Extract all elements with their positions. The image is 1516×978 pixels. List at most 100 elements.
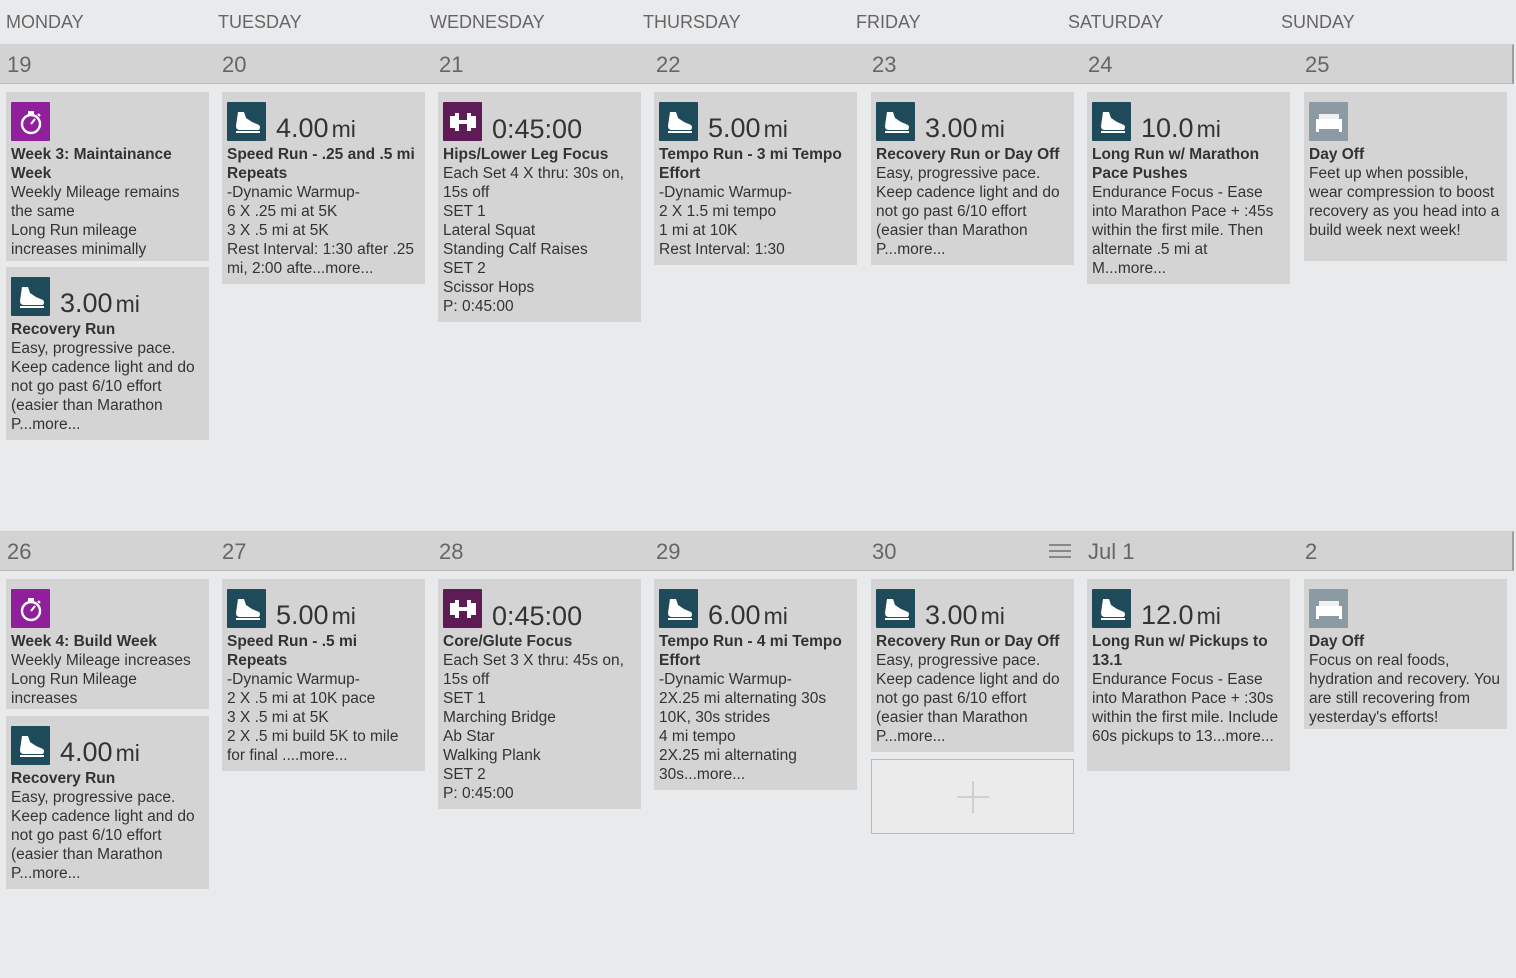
shoe-icon	[659, 102, 698, 141]
card-description: Endurance Focus - Ease into Marathon Pac…	[1092, 184, 1274, 277]
card-title: Core/Glute Focus	[443, 633, 573, 650]
date-23[interactable]: 23	[872, 52, 896, 78]
card-distance: 4.00	[276, 113, 329, 143]
shoe-icon	[1092, 102, 1131, 141]
day-name-wednesday: WEDNESDAY	[430, 12, 545, 32]
workout-card-run[interactable]: 4.00 mi Speed Run - .25 and .5 mi Repeats…	[222, 92, 425, 284]
card-title: Speed Run - .5 mi Repeats	[227, 633, 358, 669]
card-description: Weekly Mileage remains the same Long Run…	[11, 184, 180, 258]
card-distance: 3.00	[925, 113, 978, 143]
card-distance: 6.00	[708, 600, 761, 630]
card-distance: 5.00	[708, 113, 761, 143]
card-description: -Dynamic Warmup- 2 X 1.5 mi tempo 1 mi a…	[659, 184, 792, 258]
week-date-bar: 19 20 21 22 23 24 25	[0, 44, 1514, 84]
date-22[interactable]: 22	[656, 52, 680, 78]
date-jul-1[interactable]: Jul 1	[1088, 539, 1134, 565]
card-description: -Dynamic Warmup- 2 X .5 mi at 10K pace 3…	[227, 671, 399, 764]
date-21[interactable]: 21	[439, 52, 463, 78]
card-title: Week 4: Build Week	[11, 633, 157, 650]
workout-card-run[interactable]: 5.00 mi Speed Run - .5 mi Repeats -Dynami…	[222, 579, 425, 771]
workout-card-rest[interactable]: Day Off Feet up when possible, wear comp…	[1304, 92, 1507, 261]
card-distance: 3.00	[60, 288, 113, 318]
date-2[interactable]: 2	[1305, 539, 1317, 565]
dumbbell-icon	[443, 589, 482, 628]
card-title: Recovery Run	[11, 770, 116, 787]
day-name-saturday: SATURDAY	[1068, 12, 1164, 32]
bed-icon	[1309, 589, 1348, 628]
card-distance: 4.00	[60, 737, 113, 767]
stopwatch-icon	[11, 589, 50, 628]
date-26[interactable]: 26	[7, 539, 31, 565]
card-distance-unit: mi	[1196, 603, 1221, 629]
card-duration: 0:45:00	[492, 114, 583, 144]
add-workout-button[interactable]	[871, 759, 1074, 834]
card-description: Easy, progressive pace. Keep cadence lig…	[11, 789, 195, 882]
bed-icon	[1309, 102, 1348, 141]
workout-card-rest[interactable]: Day Off Focus on real foods, hydration a…	[1304, 579, 1507, 729]
card-title: Day Off	[1309, 633, 1365, 650]
card-title: Long Run w/ Marathon Pace Pushes	[1092, 146, 1260, 182]
workout-card-run[interactable]: 12.0 mi Long Run w/ Pickups to 13.1 Endur…	[1087, 579, 1290, 771]
card-title: Long Run w/ Pickups to 13.1	[1092, 633, 1268, 669]
shoe-icon	[227, 102, 266, 141]
date-19[interactable]: 19	[7, 52, 31, 78]
card-title: Week 3: Maintainance Week	[11, 146, 172, 182]
shoe-icon	[659, 589, 698, 628]
card-distance-unit: mi	[331, 116, 356, 142]
date-25[interactable]: 25	[1305, 52, 1329, 78]
card-distance-unit: mi	[980, 116, 1005, 142]
card-distance-unit: mi	[331, 603, 356, 629]
card-description: Easy, progressive pace. Keep cadence lig…	[11, 340, 195, 433]
day-menu-icon[interactable]	[1049, 544, 1071, 558]
card-distance: 3.00	[925, 600, 978, 630]
card-title: Tempo Run - 3 mi Tempo Effort	[659, 146, 842, 182]
workout-card-run[interactable]: 5.00 mi Tempo Run - 3 mi Tempo Effort -Dy…	[654, 92, 857, 265]
workout-card-strength[interactable]: 0:45:00 Core/Glute Focus Each Set 3 X th…	[438, 579, 641, 809]
workout-card-run[interactable]: 6.00 mi Tempo Run - 4 mi Tempo Effort -Dy…	[654, 579, 857, 790]
day-name-monday: MONDAY	[6, 12, 84, 32]
shoe-icon	[876, 589, 915, 628]
card-description: Each Set 4 X thru: 30s on, 15s off SET 1…	[443, 165, 624, 315]
card-title: Tempo Run - 4 mi Tempo Effort	[659, 633, 842, 669]
date-29[interactable]: 29	[656, 539, 680, 565]
workout-card-run[interactable]: 3.00 mi Recovery Run Easy, progressive pa…	[6, 267, 209, 440]
card-description: Weekly Mileage increases Long Run Mileag…	[11, 652, 191, 707]
card-description: Focus on real foods, hydration and recov…	[1309, 652, 1501, 726]
weekday-header: MONDAY TUESDAY WEDNESDAY THURSDAY FRIDAY…	[0, 0, 1516, 44]
workout-card-run[interactable]: 3.00 mi Recovery Run or Day Off Easy, pro…	[871, 92, 1074, 265]
workout-card-strength[interactable]: 0:45:00 Hips/Lower Leg Focus Each Set 4 …	[438, 92, 641, 322]
workout-card-run[interactable]: 3.00 mi Recovery Run or Day Off Easy, pro…	[871, 579, 1074, 752]
workout-card-week-note[interactable]: Week 3: Maintainance Week Weekly Mileage…	[6, 92, 209, 261]
card-description: Easy, progressive pace. Keep cadence lig…	[876, 652, 1060, 745]
card-title: Recovery Run or Day Off	[876, 633, 1060, 650]
date-20[interactable]: 20	[222, 52, 246, 78]
day-name-tuesday: TUESDAY	[218, 12, 302, 32]
card-duration: 0:45:00	[492, 601, 583, 631]
card-description: Easy, progressive pace. Keep cadence lig…	[876, 165, 1060, 258]
shoe-icon	[1092, 589, 1131, 628]
card-title: Hips/Lower Leg Focus	[443, 146, 609, 163]
day-name-friday: FRIDAY	[856, 12, 921, 32]
workout-card-run[interactable]: 10.0 mi Long Run w/ Marathon Pace Pushes …	[1087, 92, 1290, 284]
card-title: Recovery Run or Day Off	[876, 146, 1060, 163]
card-distance-unit: mi	[115, 740, 140, 766]
card-description: Endurance Focus - Ease into Marathon Pac…	[1092, 671, 1279, 745]
card-description: Each Set 3 X thru: 45s on, 15s off SET 1…	[443, 652, 624, 802]
card-distance: 5.00	[276, 600, 329, 630]
stopwatch-icon	[11, 102, 50, 141]
day-name-sunday: SUNDAY	[1281, 12, 1355, 32]
date-28[interactable]: 28	[439, 539, 463, 565]
workout-card-run[interactable]: 4.00 mi Recovery Run Easy, progressive pa…	[6, 716, 209, 889]
date-27[interactable]: 27	[222, 539, 246, 565]
date-30[interactable]: 30	[872, 539, 896, 565]
card-description: -Dynamic Warmup- 2X.25 mi alternating 30…	[659, 671, 827, 783]
card-title: Recovery Run	[11, 321, 116, 338]
shoe-icon	[876, 102, 915, 141]
card-distance: 10.0	[1141, 113, 1194, 143]
card-distance-unit: mi	[1196, 116, 1221, 142]
date-24[interactable]: 24	[1088, 52, 1112, 78]
shoe-icon	[227, 589, 266, 628]
card-title: Day Off	[1309, 146, 1365, 163]
card-distance-unit: mi	[115, 291, 140, 317]
workout-card-week-note[interactable]: Week 4: Build Week Weekly Mileage increa…	[6, 579, 209, 709]
